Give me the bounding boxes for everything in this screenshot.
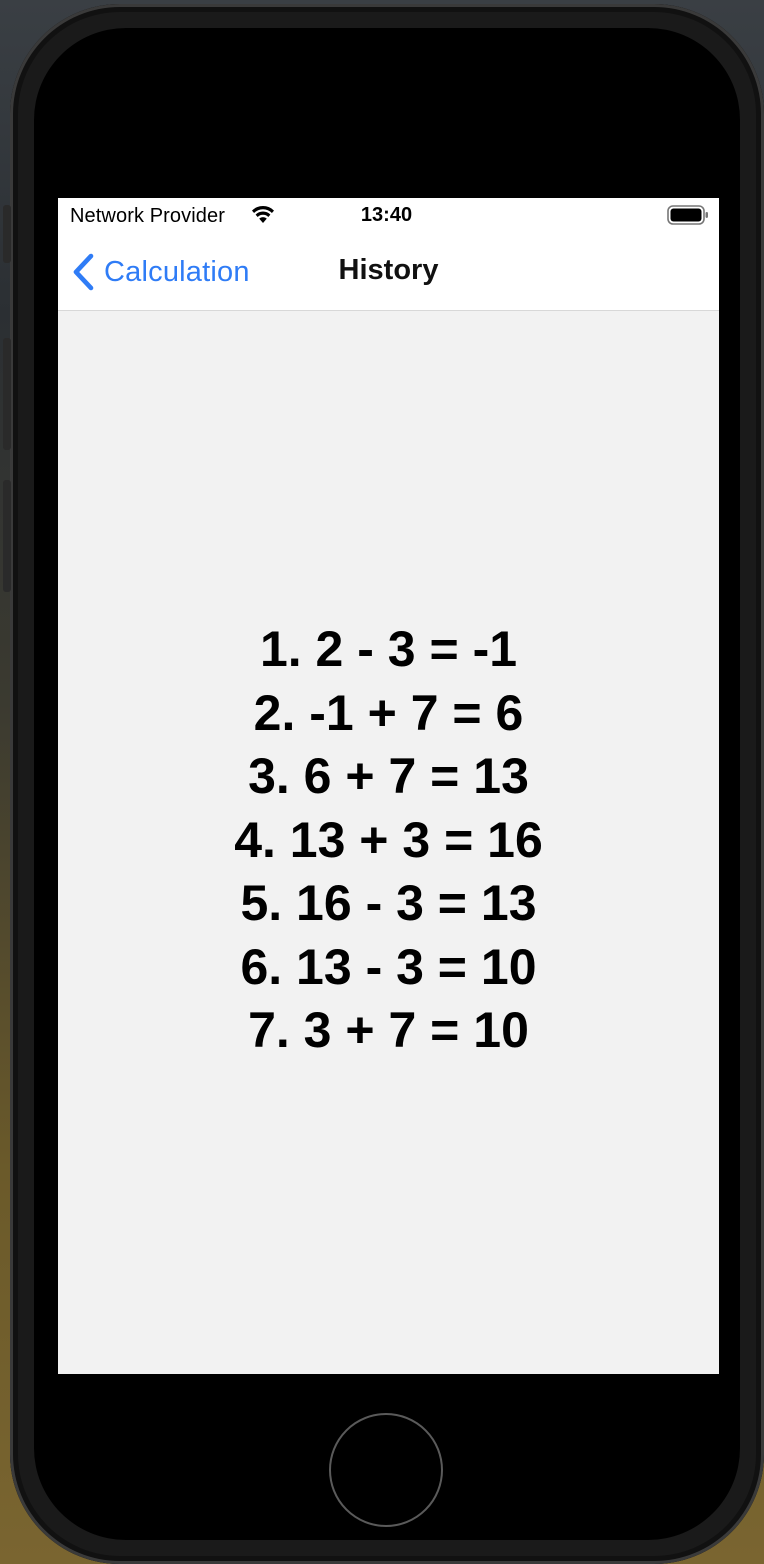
page-title: History: [338, 254, 439, 286]
battery-full-icon: [667, 205, 708, 225]
status-time-text: 13:40: [360, 204, 413, 226]
history-item: 1. 2 - 3 = -1: [259, 621, 518, 677]
volume-up-button: [3, 338, 11, 450]
history-list: 1. 2 - 3 = -1 2. -1 + 7 = 6 3. 6 + 7 = 1…: [58, 618, 719, 1063]
history-item: 6. 13 - 3 = 10: [240, 938, 537, 995]
mute-switch: [3, 205, 11, 263]
navigation-bar: Calculation History: [58, 234, 719, 311]
home-button[interactable]: [329, 1413, 443, 1527]
volume-down-button: [3, 480, 11, 592]
status-bar: Network Provider 13:40: [58, 198, 719, 234]
history-item: 2. -1 + 7 = 6: [253, 684, 524, 741]
history-item: 3. 6 + 7 = 13: [248, 748, 529, 804]
screen: Network Provider 13:40 Calculation Histo…: [58, 198, 719, 1374]
history-item: 5. 16 - 3 = 13: [240, 875, 537, 931]
status-time: 13:40: [58, 204, 718, 227]
history-item: 4. 13 + 3 = 16: [234, 811, 543, 868]
history-item: 7. 3 + 7 = 10: [248, 1002, 529, 1058]
